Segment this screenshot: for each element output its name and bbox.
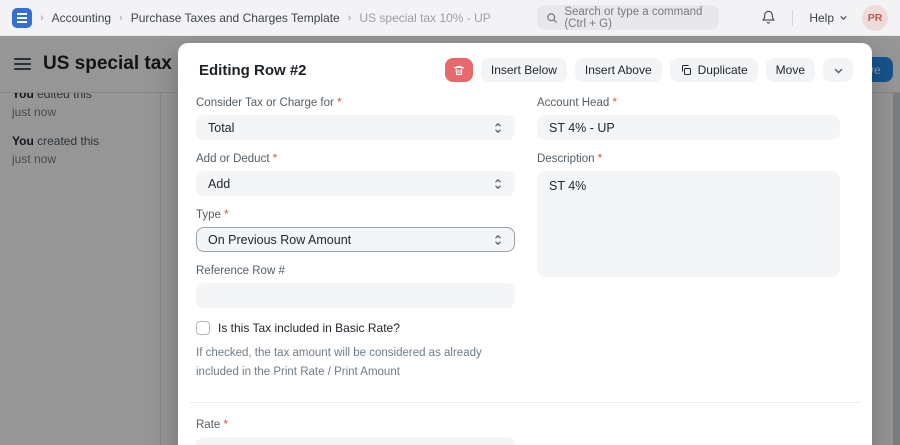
breadcrumb-accounting[interactable]: Accounting — [52, 11, 111, 25]
modal-header: Editing Row #2 Insert Below Insert Above… — [178, 43, 872, 94]
navbar-divider — [792, 9, 794, 26]
field-type: Type * On Previous Row Amount — [196, 209, 515, 252]
breadcrumb-chevron-icon: › — [119, 11, 123, 24]
tax-included-checkbox[interactable] — [196, 321, 210, 335]
field-add-or-deduct: Add or Deduct * Add — [196, 153, 515, 196]
notifications-bell-icon[interactable] — [761, 10, 776, 25]
required-asterisk: * — [597, 153, 603, 165]
field-label: Consider Tax or Charge for * — [196, 97, 342, 109]
chevron-down-icon — [840, 15, 847, 20]
field-rate: Rate * — [196, 419, 515, 445]
duplicate-icon — [681, 65, 691, 75]
select-caret-icon — [495, 234, 501, 245]
add-or-deduct-select[interactable]: Add — [196, 171, 515, 196]
field-tax-included: Is this Tax included in Basic Rate? — [196, 321, 515, 335]
top-navbar: › Accounting › Purchase Taxes and Charge… — [0, 0, 900, 36]
selected-value: Total — [208, 120, 235, 135]
insert-below-button[interactable]: Insert Below — [480, 58, 567, 82]
more-actions-button[interactable] — [823, 58, 853, 82]
reference-row-input[interactable] — [196, 283, 515, 308]
field-label: Add or Deduct * — [196, 153, 278, 165]
breadcrumb-purchase-taxes-template[interactable]: Purchase Taxes and Charges Template — [131, 11, 340, 25]
rate-input[interactable] — [196, 437, 515, 445]
tax-included-label[interactable]: Is this Tax included in Basic Rate? — [218, 321, 400, 335]
help-menu[interactable]: Help — [809, 11, 848, 25]
select-caret-icon — [495, 178, 501, 189]
insert-above-button[interactable]: Insert Above — [574, 58, 662, 82]
delete-row-button[interactable] — [444, 58, 473, 82]
field-label: Type * — [196, 209, 229, 221]
select-caret-icon — [495, 122, 501, 133]
field-reference-row: Reference Row # — [196, 265, 515, 308]
duplicate-button[interactable]: Duplicate — [669, 58, 758, 82]
app-logo-icon[interactable] — [12, 7, 32, 28]
field-account-head: Account Head * — [537, 97, 840, 140]
modal-body: Consider Tax or Charge for * Total Add o… — [178, 94, 872, 445]
required-asterisk: * — [272, 153, 278, 165]
selected-value: Add — [208, 176, 231, 191]
breadcrumb-current-doc: US special tax 10% - UP — [359, 10, 491, 25]
type-select[interactable]: On Previous Row Amount — [196, 227, 515, 252]
required-asterisk: * — [612, 97, 617, 109]
form-column-left: Consider Tax or Charge for * Total Add o… — [196, 97, 515, 381]
breadcrumb-chevron-icon: › — [40, 11, 44, 24]
field-label: Rate * — [196, 419, 228, 432]
required-asterisk: * — [337, 97, 342, 109]
breadcrumb-chevron-icon: › — [347, 11, 352, 24]
modal-actions: Insert Below Insert Above Duplicate Move — [444, 58, 853, 82]
search-placeholder: Search or type a command (Ctrl + G) — [564, 5, 703, 30]
field-label: Account Head * — [537, 97, 617, 109]
description-textarea[interactable]: ST 4% — [537, 171, 840, 277]
chevron-down-icon — [834, 68, 842, 73]
global-search-input[interactable]: Search or type a command (Ctrl + G) — [537, 5, 720, 30]
help-label: Help — [809, 10, 834, 25]
search-icon — [546, 12, 558, 24]
section-divider — [190, 402, 860, 404]
tax-included-help-text: If checked, the tax amount will be consi… — [196, 347, 482, 378]
user-avatar[interactable]: PR — [862, 4, 888, 31]
field-description: Description * ST 4% — [537, 153, 840, 277]
move-button[interactable]: Move — [765, 58, 815, 82]
selected-value: On Previous Row Amount — [208, 232, 352, 247]
field-consider-tax: Consider Tax or Charge for * Total — [196, 97, 515, 140]
trash-icon — [453, 65, 464, 75]
duplicate-label: Duplicate — [697, 63, 748, 77]
consider-tax-select[interactable]: Total — [196, 115, 515, 140]
account-head-input[interactable] — [537, 115, 840, 140]
required-asterisk: * — [223, 419, 228, 432]
modal-title: Editing Row #2 — [199, 61, 307, 79]
field-label: Description * — [537, 153, 603, 165]
required-asterisk: * — [224, 209, 229, 221]
editing-row-modal: Editing Row #2 Insert Below Insert Above… — [178, 43, 872, 445]
form-column-right: Account Head * Description * ST 4% — [537, 97, 840, 381]
field-label: Reference Row # — [196, 265, 285, 277]
